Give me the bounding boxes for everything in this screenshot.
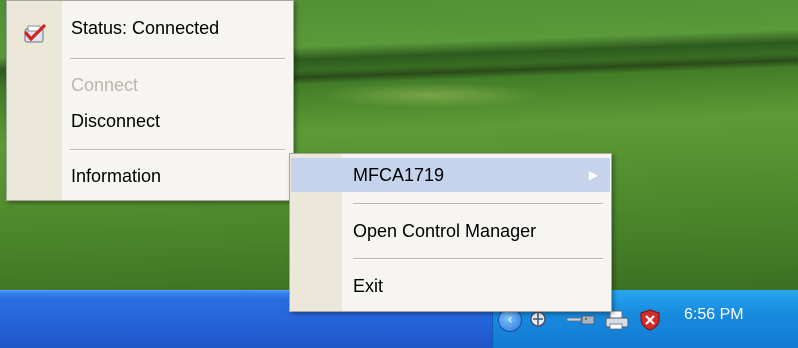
- submenu-arrow-icon: ▶: [588, 168, 598, 182]
- printer-icon[interactable]: [604, 309, 630, 330]
- security-shield-icon[interactable]: [638, 309, 662, 331]
- disconnect-label: Disconnect: [71, 111, 161, 131]
- status-connected-icon: [22, 23, 48, 47]
- screen: ‹ 6:56 PM Status: Connected Connect Disc…: [0, 0, 798, 348]
- menu-item-status[interactable]: Status: Connected: [8, 11, 292, 45]
- menu-separator: [353, 258, 603, 260]
- tray-context-menu: Status: Connected Connect Disconnect Inf…: [6, 0, 294, 201]
- exit-label: Exit: [353, 276, 384, 296]
- menu-item-device[interactable]: MFCA1719 ▶: [291, 158, 610, 192]
- taskbar-clock[interactable]: 6:56 PM: [684, 306, 744, 324]
- menu-item-connect[interactable]: Connect: [8, 68, 292, 102]
- connect-label: Connect: [71, 75, 139, 95]
- menu-separator: [353, 203, 603, 205]
- information-submenu: MFCA1719 ▶ Open Control Manager Exit: [289, 153, 612, 312]
- menu-item-information[interactable]: Information: [8, 159, 292, 193]
- wallpaper-hillside: [289, 53, 798, 85]
- status-label: Status: Connected: [71, 18, 220, 38]
- network-icon[interactable]: [528, 309, 548, 329]
- menu-item-disconnect[interactable]: Disconnect: [8, 104, 292, 138]
- information-label: Information: [71, 166, 162, 186]
- device-label: MFCA1719: [353, 165, 445, 185]
- menu-item-exit[interactable]: Exit: [291, 269, 610, 303]
- menu-separator: [70, 149, 285, 151]
- open-control-manager-label: Open Control Manager: [353, 221, 537, 241]
- menu-item-open-control-manager[interactable]: Open Control Manager: [291, 214, 610, 248]
- modem-connection-icon[interactable]: [564, 309, 598, 329]
- menu-separator: [70, 58, 285, 60]
